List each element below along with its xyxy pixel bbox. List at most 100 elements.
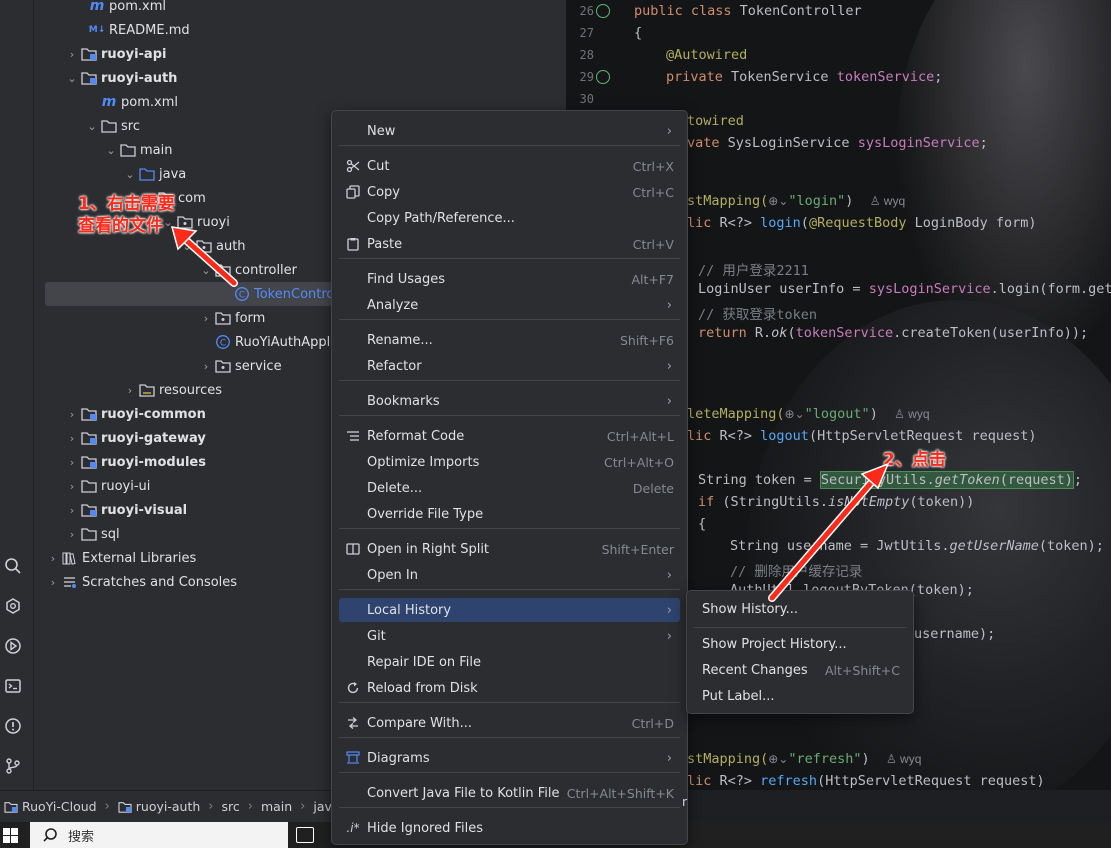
tree-item[interactable]: › ruoyi-api (34, 42, 566, 66)
module-folder-icon (80, 71, 98, 85)
menu-separator (339, 145, 680, 146)
menu-item-analyze[interactable]: Analyze › (339, 293, 680, 317)
scratches-icon (61, 575, 79, 589)
resources-folder-icon (138, 383, 156, 397)
menu-item-label: Override File Type (367, 506, 484, 522)
breadcrumb-item[interactable]: src (221, 799, 239, 814)
menu-item-repair-ide[interactable]: Repair IDE on File (339, 650, 680, 674)
chevron-right-icon[interactable]: › (64, 408, 80, 421)
submenu-item-recent-changes[interactable]: Recent Changes Alt+Shift+C (694, 658, 906, 682)
folder-icon (80, 479, 98, 493)
line-number: 27 (579, 26, 594, 40)
ide-window: m pom.xml M↓ README.md › ruoyi-api ⌄ ruoyi-auth… (0, 0, 1111, 848)
chevron-right-icon: › (666, 297, 672, 313)
chevron-right-icon: › (666, 602, 672, 618)
submenu-item-label: Show Project History... (702, 636, 847, 652)
menu-item-copy-path[interactable]: Copy Path/Reference... (339, 206, 680, 230)
chevron-right-icon[interactable]: › (45, 576, 61, 589)
chevron-down-icon[interactable]: ⌄ (122, 168, 138, 181)
menu-item-label: Refactor (367, 358, 422, 374)
menu-item-new[interactable]: New › (339, 119, 680, 143)
menu-item-paste[interactable]: Paste Ctrl+V (339, 232, 680, 256)
chevron-right-icon[interactable]: › (198, 312, 214, 325)
chevron-right-icon: › (666, 567, 672, 583)
menu-item-label: Diagrams (367, 750, 430, 766)
breadcrumb-separator: › (104, 799, 110, 814)
bean-gutter-icon[interactable] (596, 4, 610, 18)
chevron-right-icon[interactable]: › (64, 432, 80, 445)
chevron-right-icon[interactable]: › (64, 480, 80, 493)
git-icon[interactable] (3, 756, 23, 776)
menu-item-bookmarks[interactable]: Bookmarks › (339, 389, 680, 413)
menu-item-label: New (367, 123, 396, 139)
menu-item-open-in[interactable]: Open In › (339, 563, 680, 587)
breadcrumb-item[interactable]: RuoYi-Cloud (4, 799, 97, 814)
menu-item-convert-to-kotlin[interactable]: Convert Java File to Kotlin File Ctrl+Alt… (339, 781, 680, 805)
menu-item-rename[interactable]: Rename... Shift+F6 (339, 328, 680, 352)
chevron-right-icon[interactable]: › (64, 456, 80, 469)
menu-item-label: Find Usages (367, 271, 446, 287)
menu-item-reload-from-disk[interactable]: Reload from Disk (339, 676, 680, 700)
code-line: public class TokenController (634, 3, 862, 19)
services-icon[interactable] (3, 596, 23, 616)
chevron-right-icon: › (666, 628, 672, 644)
module-folder-icon (4, 801, 18, 813)
menu-item-shortcut: Ctrl+Alt+Shift+K (566, 785, 674, 801)
menu-separator (339, 319, 680, 320)
chevron-right-icon[interactable]: › (198, 360, 214, 373)
menu-separator (339, 772, 680, 773)
tree-item-label: src (121, 118, 140, 134)
submenu-item-show-project-history[interactable]: Show Project History... (694, 632, 906, 656)
run-icon[interactable] (3, 636, 23, 656)
chevron-right-icon[interactable]: › (64, 528, 80, 541)
code-line: lic R<?> logout(HttpServletRequest reque… (687, 428, 1037, 444)
breadcrumb-item[interactable]: ruoyi-auth (118, 799, 201, 814)
menu-item-override-file-type[interactable]: Override File Type (339, 502, 680, 526)
breadcrumb-item[interactable]: main (261, 799, 292, 814)
chevron-down-icon[interactable]: ⌄ (103, 144, 119, 157)
menu-item-delete[interactable]: Delete... Delete (339, 476, 680, 500)
taskbar-search[interactable]: 搜索 (30, 822, 288, 848)
menu-item-compare-with[interactable]: Compare With... Ctrl+D (339, 711, 680, 735)
chevron-right-icon[interactable]: › (64, 504, 80, 517)
search-icon[interactable] (3, 556, 23, 576)
chevron-right-icon[interactable]: › (45, 552, 61, 565)
menu-item-copy[interactable]: Copy Ctrl+C (339, 180, 680, 204)
tree-item[interactable]: m pom.xml (34, 0, 566, 18)
chevron-down-icon[interactable]: ⌄ (64, 72, 80, 85)
menu-item-refactor[interactable]: Refactor › (339, 354, 680, 378)
submenu-item-label: Recent Changes (702, 662, 808, 678)
windows-start-icon[interactable] (3, 828, 18, 843)
annotation-step2: 2、点击 (883, 450, 946, 470)
menu-item-diagrams[interactable]: Diagrams › (339, 746, 680, 770)
chevron-right-icon[interactable]: › (64, 48, 80, 61)
menu-item-label: Hide Ignored Files (367, 820, 484, 836)
breadcrumb-separator: › (300, 799, 306, 814)
task-view-icon[interactable] (296, 827, 314, 843)
menu-item-optimize-imports[interactable]: Optimize Imports Ctrl+Alt+O (339, 450, 680, 474)
menu-item-reformat-code[interactable]: Reformat Code Ctrl+Alt+L (339, 424, 680, 448)
terminal-icon[interactable] (3, 676, 23, 696)
menu-item-label: Open In (367, 567, 418, 583)
menu-item-find-usages[interactable]: Find Usages Alt+F7 (339, 267, 680, 291)
menu-item-cut[interactable]: Cut Ctrl+X (339, 154, 680, 178)
menu-item-open-in-right-split[interactable]: Open in Right Split Shift+Enter (339, 537, 680, 561)
editor-gutter: 26 27 28 29 30 (566, 0, 624, 110)
chevron-down-icon[interactable]: ⌄ (84, 120, 100, 133)
svg-text:C: C (220, 339, 226, 349)
tree-item-label: RuoYiAuthApplic (235, 334, 341, 350)
bean-gutter-icon[interactable] (596, 70, 610, 84)
chevron-right-icon[interactable]: › (122, 384, 138, 397)
submenu-item-put-label[interactable]: Put Label... (694, 684, 906, 708)
problems-icon[interactable] (3, 716, 23, 736)
menu-item-local-history[interactable]: Local History › (339, 598, 680, 622)
menu-item-git[interactable]: Git › (339, 624, 680, 648)
breadcrumb-label: ruoyi-auth (135, 799, 201, 814)
module-folder-icon (80, 407, 98, 421)
tree-item[interactable]: M↓ README.md (34, 18, 566, 42)
line-number: 26 (579, 4, 594, 18)
menu-item-hide-ignored-files[interactable]: .i* Hide Ignored Files (339, 816, 680, 840)
tree-item[interactable]: ⌄ ruoyi-auth (34, 66, 566, 90)
menu-separator (339, 807, 680, 808)
tree-item-label: java (159, 166, 187, 182)
